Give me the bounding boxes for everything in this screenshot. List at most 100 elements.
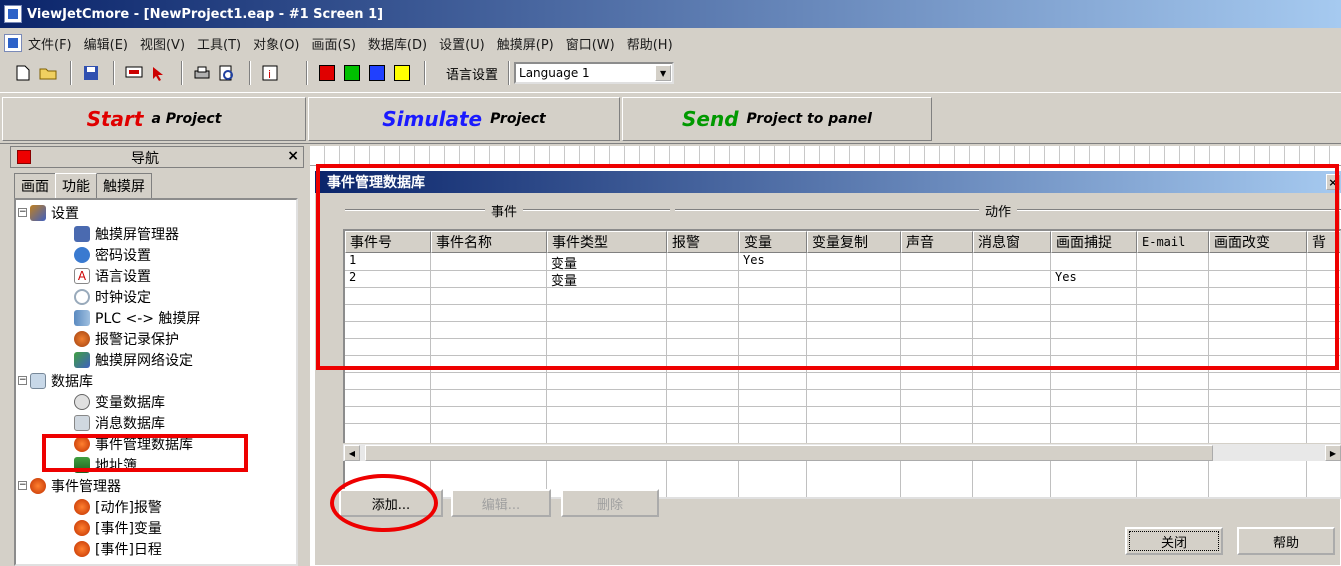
save-icon[interactable] [80,62,102,84]
tree-item-alarm-log[interactable]: 报警记录保护 [74,328,179,349]
help-button[interactable]: 帮助 [1237,527,1335,555]
language-setting-label[interactable]: 语言设置 [446,64,498,83]
tree-label: 数据库 [51,373,93,390]
menu-database[interactable]: 数据库(D) [368,34,427,53]
print-preview-icon[interactable] [216,62,238,84]
tree-item-message-db[interactable]: 消息数据库 [74,412,165,433]
tree-label: 密码设置 [95,247,151,264]
scroll-left-icon[interactable]: ◀ [344,445,360,461]
close-icon[interactable]: × [287,148,299,164]
menu-edit[interactable]: 编辑(E) [84,34,128,53]
close-button[interactable]: 关闭 [1125,527,1223,555]
tree-label: 事件管理器 [51,478,121,495]
annotation-box [316,164,1339,370]
tree-item-event-variable[interactable]: [事件]变量 [74,517,162,538]
green-square-icon [344,65,360,81]
menu-touchscreen[interactable]: 触摸屏(P) [497,34,554,53]
tree-item-action-alarm[interactable]: [动作]报警 [74,496,162,517]
menu-screen[interactable]: 画面(S) [312,34,356,53]
simulate-project-button[interactable]: Simulate Project [308,97,620,141]
document-icon[interactable] [4,34,22,52]
color-red-button[interactable] [316,62,338,84]
annotation-circle [330,474,438,532]
tree-item-event-manager[interactable]: − 事件管理器 [18,475,121,496]
scroll-right-icon[interactable]: ▶ [1325,445,1341,461]
event-item-icon [74,540,90,557]
tree-label: [动作]报警 [95,499,162,516]
tree-label: 消息数据库 [95,415,165,432]
tab-function[interactable]: 功能 [55,173,97,199]
event-item-icon [74,519,90,536]
tree-label: 触摸屏管理器 [95,226,179,243]
message-db-icon [74,414,90,431]
print-icon[interactable] [191,62,213,84]
screen-icon[interactable] [123,62,145,84]
info-icon[interactable]: i [259,62,281,84]
menu-object[interactable]: 对象(O) [253,34,299,53]
toolbar-separator [249,61,251,85]
menu-view[interactable]: 视图(V) [140,34,185,53]
simulate-sublabel: Project [490,111,546,127]
tree-label: 触摸屏网络设定 [95,352,193,369]
cursor-icon[interactable] [148,62,170,84]
settings-icon [30,204,46,221]
tree-item-event-schedule[interactable]: [事件]日程 [74,538,162,559]
menu-help[interactable]: 帮助(H) [627,34,673,53]
menu-settings[interactable]: 设置(U) [439,34,485,53]
tab-touchscreen[interactable]: 触摸屏 [96,173,152,198]
grid-line [345,389,1340,390]
tree-label: 语言设置 [95,268,151,285]
panel-manager-icon [74,225,90,242]
variable-db-icon [74,393,90,410]
language-select[interactable]: Language 1 ▼ [514,62,675,84]
start-project-button[interactable]: Start a Project [2,97,306,141]
toolbar-separator [424,61,426,85]
chevron-down-icon[interactable]: ▼ [655,65,672,81]
new-file-icon[interactable] [12,62,34,84]
tab-screen[interactable]: 画面 [14,173,56,198]
tree-item-plc-link[interactable]: PLC <-> 触摸屏 [74,307,200,328]
toolbar-separator [181,61,183,85]
tree-item-password[interactable]: 密码设置 [74,244,151,265]
menu-window[interactable]: 窗口(W) [566,34,615,53]
tree-item-network[interactable]: 触摸屏网络设定 [74,349,193,370]
color-yellow-button[interactable] [391,62,413,84]
window-title-bar: ViewJetCmore - [NewProject1.eap - #1 Scr… [0,0,1341,28]
menu-file[interactable]: 文件(F) [28,34,72,53]
wizard-button-bar: Start a Project Simulate Project Send Pr… [0,92,1341,144]
tree-label: [事件]变量 [95,520,162,537]
tree-item-language[interactable]: A 语言设置 [74,265,151,286]
delete-button[interactable]: 删除 [561,489,659,517]
blue-square-icon [369,65,385,81]
toolbar-separator [70,61,72,85]
tree-item-panel-manager[interactable]: 触摸屏管理器 [74,223,179,244]
collapse-icon[interactable]: − [18,481,27,490]
collapse-icon[interactable]: − [18,208,27,217]
language-select-value: Language 1 [519,66,590,80]
horizontal-scrollbar[interactable]: ◀ ▶ [343,443,1341,461]
panel-indicator-icon [17,150,31,164]
tree-item-variable-db[interactable]: 变量数据库 [74,391,165,412]
event-manager-icon [30,477,46,494]
tree-item-clock[interactable]: 时钟设定 [74,286,151,307]
collapse-icon[interactable]: − [18,376,27,385]
menu-bar: 文件(F) 编辑(E) 视图(V) 工具(T) 对象(O) 画面(S) 数据库(… [0,30,1341,56]
navigation-tabs: 画面 功能 触摸屏 [14,172,152,199]
send-sublabel: Project to panel [746,111,872,127]
navigation-panel-header: 导航 × [10,146,304,168]
edit-button[interactable]: 编辑... [451,489,551,517]
plc-link-icon [74,309,90,326]
scroll-thumb[interactable] [365,445,1213,461]
tree-label: 报警记录保护 [95,331,179,348]
navigation-title: 导航 [131,151,159,167]
navigation-tree: − 设置 触摸屏管理器 密码设置 A 语言设置 时钟设定 PLC <-> 触摸屏 报… [14,198,298,566]
tree-item-database[interactable]: − 数据库 [18,370,93,391]
open-folder-icon[interactable] [37,62,59,84]
tree-item-settings[interactable]: − 设置 [18,202,79,223]
send-project-button[interactable]: Send Project to panel [622,97,932,141]
red-square-icon [319,65,335,81]
color-blue-button[interactable] [366,62,388,84]
simulate-label: Simulate [382,107,483,131]
menu-tools[interactable]: 工具(T) [197,34,241,53]
color-green-button[interactable] [341,62,363,84]
